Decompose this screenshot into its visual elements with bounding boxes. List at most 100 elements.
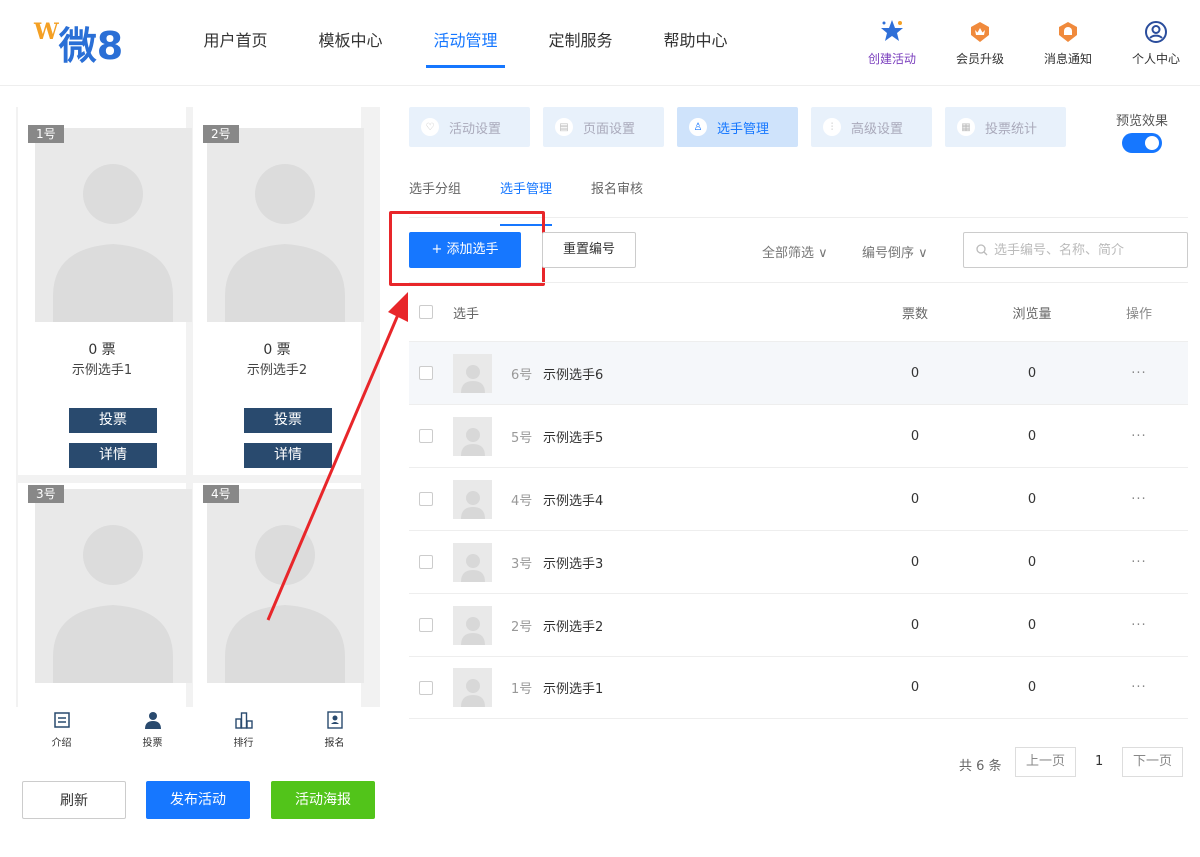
search-input[interactable] bbox=[994, 242, 1174, 258]
table-row[interactable]: 1号 示例选手1 0 0 ··· bbox=[409, 656, 1188, 719]
bottom-nav-vote[interactable]: 投票 bbox=[107, 707, 198, 757]
member-upgrade-label: 会员升级 bbox=[955, 52, 1004, 66]
more-actions-icon[interactable]: ··· bbox=[1119, 429, 1159, 444]
nav-activity-management[interactable]: 活动管理 bbox=[408, 0, 523, 86]
table-row[interactable]: 5号 示例选手5 0 0 ··· bbox=[409, 404, 1188, 467]
sort-dropdown[interactable]: 编号倒序 ∨ bbox=[862, 242, 928, 261]
step-vote-statistics[interactable]: ▦ 投票统计 bbox=[945, 107, 1066, 147]
nav-template-center[interactable]: 模板中心 bbox=[293, 0, 408, 86]
row-checkbox[interactable] bbox=[419, 492, 433, 506]
player-views: 0 bbox=[1027, 365, 1037, 381]
more-actions-icon[interactable]: ··· bbox=[1119, 366, 1159, 381]
row-checkbox[interactable] bbox=[419, 366, 433, 380]
detail-button[interactable]: 详情 bbox=[69, 443, 157, 468]
player-views: 0 bbox=[1027, 428, 1037, 444]
step-label: 高级设置 bbox=[851, 121, 904, 137]
personal-center-button[interactable]: 个人中心 bbox=[1112, 18, 1200, 67]
activity-poster-button[interactable]: 活动海报 bbox=[271, 781, 375, 819]
top-header: W 微8 用户首页 模板中心 活动管理 定制服务 帮助中心 创建活动 会员升级 … bbox=[0, 0, 1200, 86]
person-icon: ♙ bbox=[689, 118, 707, 136]
step-activity-settings[interactable]: ♡ 活动设置 bbox=[409, 107, 530, 147]
page-icon: ▤ bbox=[555, 118, 573, 136]
refresh-button[interactable]: 刷新 bbox=[22, 781, 126, 819]
contestant-name: 示例选手1 bbox=[71, 363, 133, 378]
contestant-card[interactable]: 4号 bbox=[193, 483, 364, 707]
preview-effect-label: 预览效果 bbox=[1115, 114, 1168, 129]
player-name: 示例选手1 bbox=[543, 682, 604, 697]
member-upgrade-button[interactable]: 会员升级 bbox=[936, 18, 1024, 67]
select-all-checkbox[interactable] bbox=[419, 305, 433, 319]
nav-custom-service[interactable]: 定制服务 bbox=[523, 0, 638, 86]
contestant-photo-placeholder bbox=[207, 489, 364, 683]
pagination-total: 共 6 条 bbox=[959, 759, 1002, 774]
row-checkbox[interactable] bbox=[419, 555, 433, 569]
person-icon bbox=[107, 710, 198, 730]
tab-player-groups[interactable]: 选手分组 bbox=[409, 170, 461, 217]
table-row[interactable]: 2号 示例选手2 0 0 ··· bbox=[409, 593, 1188, 656]
bottom-nav-ranking[interactable]: 排行 bbox=[198, 707, 289, 757]
contestant-card[interactable]: 1号 0 票 示例选手1 投票 详情 bbox=[18, 107, 192, 475]
table-row[interactable]: 6号 示例选手6 0 0 ··· bbox=[409, 341, 1188, 404]
filter-all-dropdown[interactable]: 全部筛选 ∨ bbox=[762, 242, 828, 261]
contestant-card[interactable]: 2号 0 票 示例选手2 投票 详情 bbox=[193, 107, 364, 475]
tab-signup-review[interactable]: 报名审核 bbox=[591, 170, 643, 217]
preview-bottom-nav: 介绍 投票 排行 报名 bbox=[16, 707, 380, 757]
reset-numbers-button[interactable]: 重置编号 bbox=[542, 232, 636, 268]
vote-button[interactable]: 投票 bbox=[244, 408, 332, 433]
more-actions-icon[interactable]: ··· bbox=[1119, 680, 1159, 695]
more-actions-icon[interactable]: ··· bbox=[1119, 555, 1159, 570]
player-cell: 6号 示例选手6 bbox=[453, 353, 1188, 393]
table-header: 选手 票数 浏览量 操作 bbox=[409, 282, 1188, 341]
publish-activity-button[interactable]: 发布活动 bbox=[146, 781, 250, 819]
table-row[interactable]: 4号 示例选手4 0 0 ··· bbox=[409, 467, 1188, 530]
more-actions-icon[interactable]: ··· bbox=[1119, 492, 1159, 507]
message-notify-label: 消息通知 bbox=[1043, 52, 1092, 66]
current-page[interactable]: 1 bbox=[1095, 754, 1103, 769]
player-views: 0 bbox=[1027, 617, 1037, 633]
settings-steps: ♡ 活动设置 ▤ 页面设置 ♙ 选手管理 ⫶ 高级设置 ▦ 投票统计 bbox=[409, 107, 1079, 147]
contestant-number-badge: 2号 bbox=[203, 125, 239, 143]
main-nav: 用户首页 模板中心 活动管理 定制服务 帮助中心 bbox=[178, 0, 753, 86]
step-label: 页面设置 bbox=[583, 121, 636, 137]
player-name: 示例选手6 bbox=[543, 367, 604, 383]
player-avatar-placeholder bbox=[453, 668, 492, 707]
player-name: 示例选手2 bbox=[543, 619, 604, 635]
bottom-nav-intro[interactable]: 介绍 bbox=[16, 707, 107, 757]
player-name: 示例选手4 bbox=[543, 493, 604, 509]
ranking-icon bbox=[198, 710, 289, 730]
player-avatar-placeholder bbox=[453, 542, 492, 582]
create-activity-button[interactable]: 创建活动 bbox=[848, 18, 936, 67]
step-page-settings[interactable]: ▤ 页面设置 bbox=[543, 107, 664, 147]
annotation-highlight-box bbox=[389, 211, 545, 286]
step-player-management[interactable]: ♙ 选手管理 bbox=[677, 107, 798, 147]
bottom-nav-signup[interactable]: 报名 bbox=[289, 707, 380, 757]
contestant-card[interactable]: 3号 bbox=[18, 483, 192, 707]
contestant-number-badge: 4号 bbox=[203, 485, 239, 503]
star-icon bbox=[848, 18, 936, 44]
logo[interactable]: W 微8 bbox=[34, 18, 123, 68]
table-row[interactable]: 3号 示例选手3 0 0 ··· bbox=[409, 530, 1188, 593]
row-checkbox[interactable] bbox=[419, 429, 433, 443]
nav-help-center[interactable]: 帮助中心 bbox=[638, 0, 753, 86]
preview-effect-switch[interactable] bbox=[1122, 133, 1162, 153]
prev-page-button[interactable]: 上一页 bbox=[1015, 747, 1077, 777]
vote-button[interactable]: 投票 bbox=[69, 408, 157, 433]
mobile-preview[interactable]: 1号 0 票 示例选手1 投票 详情 2号 0 票 示例选手2 投票 详情 3号… bbox=[16, 107, 380, 707]
player-votes: 0 bbox=[910, 617, 920, 633]
next-page-button[interactable]: 下一页 bbox=[1122, 747, 1184, 777]
player-cell: 3号 示例选手3 bbox=[453, 542, 1188, 582]
nav-user-home[interactable]: 用户首页 bbox=[178, 0, 293, 86]
row-checkbox[interactable] bbox=[419, 680, 433, 695]
player-number: 5号 bbox=[511, 430, 533, 446]
player-votes: 0 bbox=[910, 365, 920, 381]
player-number: 1号 bbox=[511, 682, 533, 697]
player-avatar-placeholder bbox=[453, 605, 492, 645]
row-checkbox[interactable] bbox=[419, 618, 433, 632]
contestant-votes: 0 票 bbox=[88, 342, 116, 358]
step-advanced-settings[interactable]: ⫶ 高级设置 bbox=[811, 107, 932, 147]
message-notify-button[interactable]: 消息通知 bbox=[1024, 18, 1112, 67]
more-actions-icon[interactable]: ··· bbox=[1119, 618, 1159, 633]
personal-center-label: 个人中心 bbox=[1131, 52, 1180, 66]
tab-player-management[interactable]: 选手管理 bbox=[500, 170, 553, 226]
detail-button[interactable]: 详情 bbox=[244, 443, 332, 468]
